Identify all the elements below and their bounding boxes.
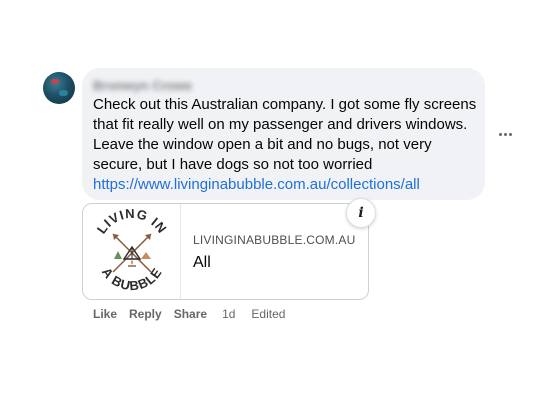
link-preview-thumbnail: LIVING IN A BUBBLE [83, 204, 181, 299]
logo-text-bottom: A BUBBLE [99, 265, 164, 294]
comment-text: Check out this Australian company. I got… [93, 96, 477, 173]
comment-link[interactable]: https://www.livinginabubble.com.au/colle… [93, 175, 473, 195]
logo-text-top: LIVING IN [94, 206, 169, 237]
campfire-flame [131, 260, 133, 265]
svg-text:A BUBBLE: A BUBBLE [99, 265, 165, 294]
reply-button[interactable]: Reply [129, 307, 162, 321]
link-preview-domain: LIVINGINABUBBLE.COM.AU [193, 233, 356, 247]
comment-author[interactable]: Bronwyn Crowe [93, 78, 192, 94]
more-dot [498, 132, 502, 136]
edited-label[interactable]: Edited [251, 307, 285, 321]
more-dot [508, 132, 512, 136]
more-dot [503, 132, 507, 136]
comment-timestamp[interactable]: 1d [222, 307, 235, 321]
comment-actions: Like Reply Share 1d Edited [93, 306, 301, 322]
avatar-detail-2 [59, 90, 68, 96]
link-preview-card[interactable]: LIVING IN A BUBBLE LIVINGINABUBBLE.COM.A… [82, 198, 376, 300]
like-button[interactable]: Like [93, 307, 117, 321]
share-button[interactable]: Share [174, 307, 207, 321]
comment-bubble: Bronwyn Crowe Check out this Australian … [82, 68, 485, 200]
svg-text:LIVING IN: LIVING IN [94, 206, 170, 237]
info-icon[interactable]: i [346, 198, 376, 228]
tree-shape [114, 251, 122, 259]
commenter-avatar[interactable] [43, 72, 75, 104]
living-in-a-bubble-logo: LIVING IN A BUBBLE [94, 206, 170, 294]
avatar-detail [51, 79, 59, 84]
link-preview-title: All [193, 254, 211, 271]
more-options-icon[interactable] [496, 125, 514, 143]
mountain-shape [141, 252, 151, 259]
